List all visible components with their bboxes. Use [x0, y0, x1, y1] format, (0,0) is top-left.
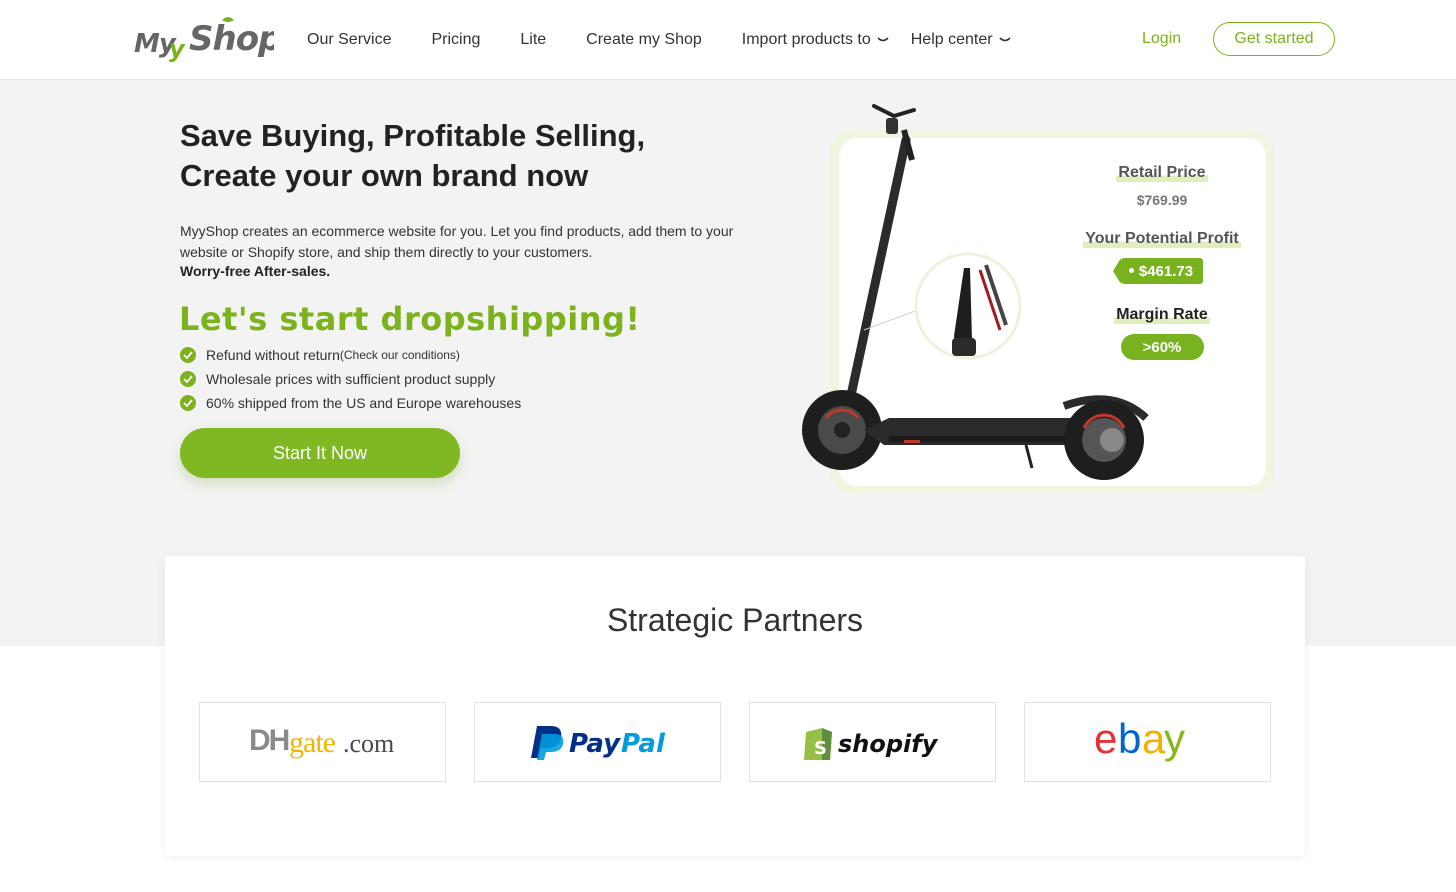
svg-text:y: y	[169, 35, 186, 62]
retail-price-label: Retail Price	[1116, 164, 1208, 182]
partner-dhgate[interactable]: DH gate .com	[199, 702, 446, 782]
check-icon	[180, 371, 196, 387]
nav-pricing[interactable]: Pricing	[431, 31, 480, 49]
paypal-logo: Pay Pal	[530, 726, 666, 760]
check-icon	[180, 347, 196, 363]
chevron-down-icon	[998, 36, 1011, 41]
benefit-text: Wholesale prices with sufficient product…	[206, 371, 496, 387]
profit-value: $461.73	[1138, 262, 1194, 280]
benefit-item: 60% shipped from the US and Europe wareh…	[180, 391, 521, 415]
benefit-item: Refund without return (Check our conditio…	[180, 343, 521, 367]
profit-tag: $461.73	[1112, 258, 1204, 284]
margin-rate-label: Margin Rate	[1114, 306, 1210, 324]
nav-create-my-shop[interactable]: Create my Shop	[586, 31, 702, 49]
ebay-logo-y: y	[1164, 717, 1185, 762]
ebay-logo-a: a	[1142, 717, 1166, 762]
main-nav: Our Service Pricing Lite Create my Shop …	[307, 0, 1033, 79]
dhgate-logo-com: .com	[343, 729, 394, 758]
nav-import-products-label: Import products to	[741, 30, 871, 48]
chevron-down-icon	[877, 36, 889, 41]
nav-our-service[interactable]: Our Service	[307, 31, 391, 49]
ebay-logo-b: b	[1118, 717, 1140, 762]
margin-rate-value: >60%	[1120, 334, 1204, 360]
nav-lite[interactable]: Lite	[520, 31, 546, 49]
partner-paypal[interactable]: Pay Pal	[474, 702, 721, 782]
check-icon	[180, 395, 196, 411]
svg-text:Shop: Shop	[189, 19, 274, 59]
shopify-logo: S shopify	[803, 728, 939, 760]
nav-help-center-label: Help center	[910, 30, 993, 48]
nav-help-center[interactable]: Help center	[911, 31, 1011, 49]
hero-description: MyyShop creates an ecommerce website for…	[180, 223, 734, 260]
hero-title: Save Buying, Profitable Selling, Create …	[180, 116, 780, 196]
partners-section: Strategic Partners DH gate .com Pay Pal …	[165, 556, 1305, 856]
benefit-list: Refund without return (Check our conditio…	[180, 343, 521, 415]
hero-title-line2: Create your own brand now	[180, 158, 589, 193]
dhgate-logo: DH gate .com	[249, 724, 394, 759]
login-link[interactable]: Login	[1142, 30, 1181, 48]
get-started-button[interactable]: Get started	[1213, 22, 1335, 56]
profit-label: Your Potential Profit	[1083, 230, 1241, 248]
hero-after-sales: Worry-free After-sales.	[180, 263, 331, 279]
paypal-logo-pal: Pal	[621, 729, 666, 759]
hero-title-line1: Save Buying, Profitable Selling,	[180, 118, 646, 153]
site-header: My y Shop Our Service Pricing Lite Creat…	[0, 0, 1456, 80]
dhgate-logo-dh: DH	[249, 724, 289, 757]
shopify-logo-text: shopify	[838, 730, 939, 758]
ebay-logo: e b a y	[1094, 717, 1188, 762]
paypal-logo-pay: Pay	[569, 729, 621, 759]
tag-hole-icon	[1128, 268, 1134, 273]
partners-title: Strategic Partners	[606, 602, 864, 638]
check-conditions-link[interactable]: (Check our conditions)	[340, 348, 460, 362]
price-info: Retail Price $769.99 Your Potential Prof…	[1082, 164, 1242, 360]
dhgate-logo-gate: gate	[289, 726, 336, 759]
partner-shopify[interactable]: S shopify	[749, 702, 996, 782]
partner-ebay[interactable]: e b a y	[1024, 702, 1271, 782]
logo-wordmark: My y Shop	[134, 17, 283, 63]
retail-price-value: $769.99	[1136, 192, 1188, 208]
nav-import-products[interactable]: Import products to	[742, 31, 889, 49]
benefit-text: Refund without return	[206, 347, 340, 363]
benefit-text: 60% shipped from the US and Europe wareh…	[206, 395, 522, 411]
benefit-item: Wholesale prices with sufficient product…	[180, 367, 521, 391]
dropship-heading: Let's start dropshipping!	[179, 300, 641, 338]
ebay-logo-e: e	[1094, 717, 1116, 762]
start-it-now-button[interactable]: Start It Now	[180, 428, 460, 478]
myyshop-logo[interactable]: My y Shop	[134, 14, 283, 63]
svg-text:S: S	[814, 738, 827, 759]
